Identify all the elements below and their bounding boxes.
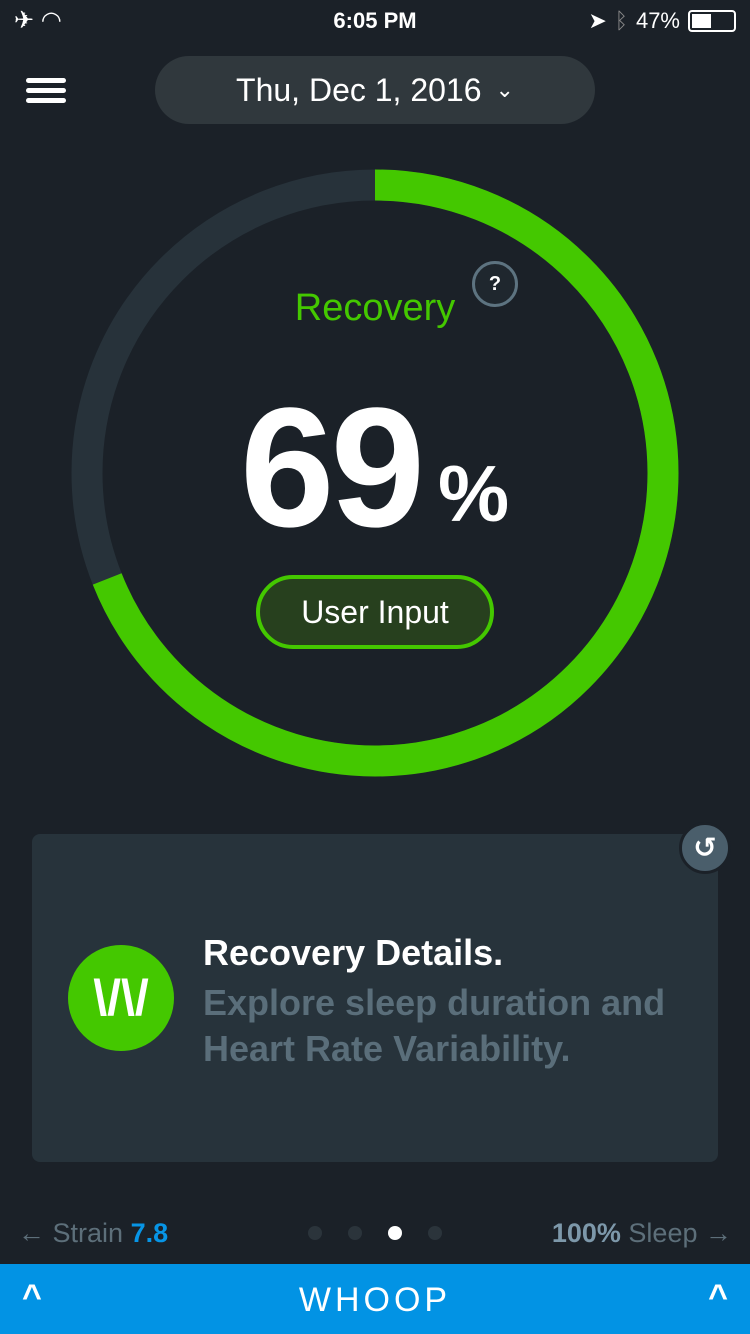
sleep-value: 100%: [551, 1218, 621, 1248]
page-dot[interactable]: [308, 1226, 322, 1240]
nav-strain[interactable]: ← Strain 7.8: [18, 1218, 168, 1249]
user-input-button[interactable]: User Input: [256, 575, 494, 649]
page-dot[interactable]: [428, 1226, 442, 1240]
sleep-label: Sleep: [628, 1218, 698, 1248]
flip-card-icon[interactable]: ↺: [679, 822, 731, 874]
nav-sleep[interactable]: 100% Sleep →: [552, 1218, 732, 1249]
page-dot-active[interactable]: [388, 1226, 402, 1240]
footer-bar[interactable]: ^ WHOOP ^: [0, 1264, 750, 1334]
page-indicator: [308, 1226, 442, 1240]
page-dot[interactable]: [348, 1226, 362, 1240]
percent-unit: %: [438, 449, 510, 538]
strain-value: 7.8: [130, 1218, 169, 1248]
whoop-logo-icon: \/\/: [68, 945, 174, 1051]
card-description: Explore sleep duration and Heart Rate Va…: [203, 982, 666, 1069]
arrow-left-icon: ←: [18, 1218, 45, 1248]
strain-label: Strain: [52, 1218, 124, 1248]
recovery-score: 69: [240, 373, 425, 563]
arrow-right-icon: →: [705, 1218, 732, 1248]
recovery-label: Recovery: [294, 287, 456, 329]
card-title: Recovery Details.: [203, 932, 504, 973]
chevron-up-icon[interactable]: ^: [708, 1278, 728, 1317]
recovery-details-card[interactable]: \/\/ Recovery Details. Explore sleep dur…: [32, 834, 718, 1162]
whoop-brand: WHOOP: [298, 1281, 452, 1319]
help-button[interactable]: ?: [472, 261, 518, 307]
